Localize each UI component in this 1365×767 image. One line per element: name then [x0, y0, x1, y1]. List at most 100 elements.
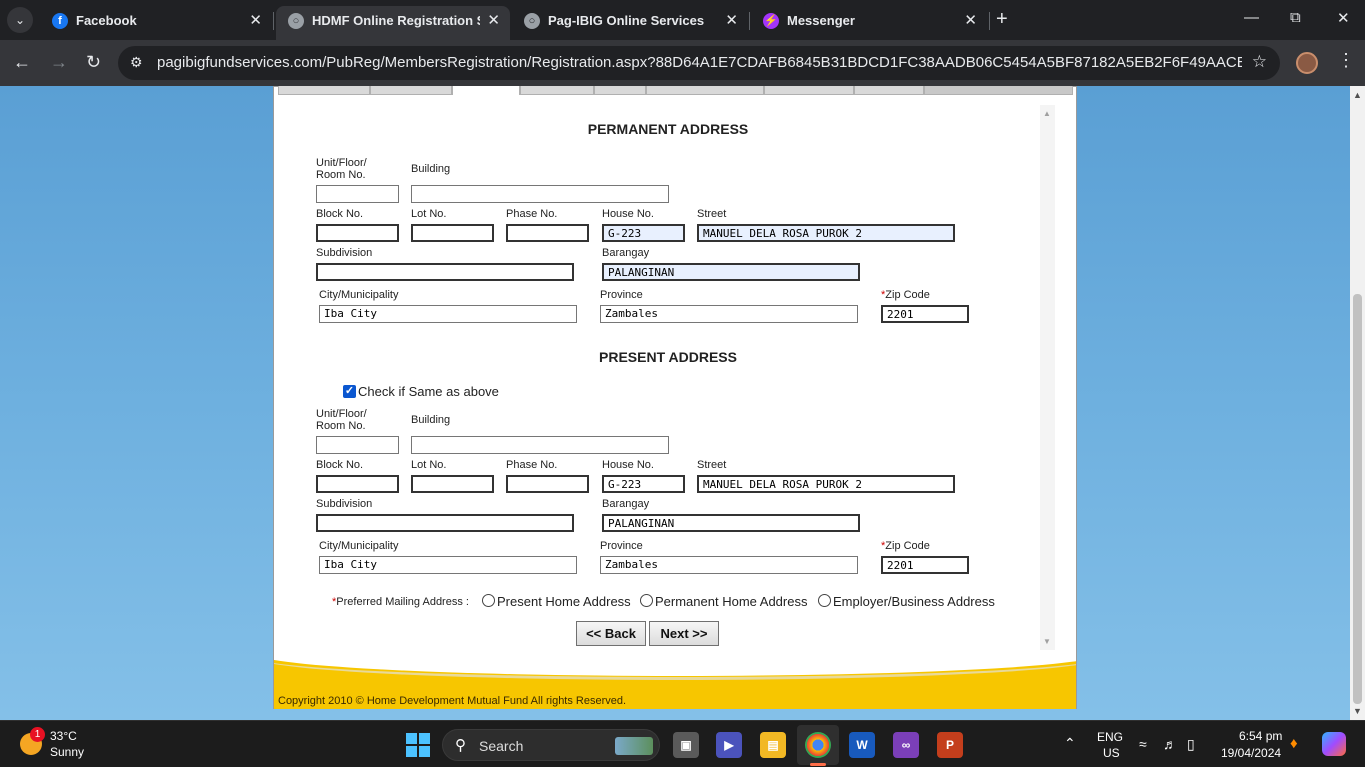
- tab-facebook[interactable]: f Facebook ✕: [40, 6, 272, 40]
- powerpoint-icon[interactable]: P: [937, 732, 963, 758]
- unit-label: Unit/Floor/ Room No.: [316, 157, 367, 181]
- radio-permanent-home[interactable]: [640, 594, 653, 607]
- taskbar: 1 33°C Sunny ⚲ Search ▣ ▶ ▤ W ∞ P ⌃ ENG …: [0, 720, 1365, 767]
- chevron-up-icon[interactable]: ⌃: [1064, 735, 1076, 752]
- province-label: Province: [600, 540, 643, 552]
- unit-label-line1: Unit/Floor/: [316, 408, 367, 420]
- permanent-zip-input[interactable]: 2201: [881, 305, 969, 323]
- visual-studio-icon[interactable]: ∞: [893, 732, 919, 758]
- permanent-unit-input[interactable]: [316, 185, 399, 203]
- close-icon[interactable]: ✕: [487, 11, 500, 29]
- notification-bell-icon[interactable]: ♦: [1290, 735, 1298, 752]
- copilot-icon[interactable]: [1322, 732, 1346, 756]
- scroll-down-arrow[interactable]: ▼: [1043, 637, 1051, 646]
- tab-search-button[interactable]: ⌄: [7, 7, 33, 33]
- tab-messenger[interactable]: ⚡ Messenger ✕: [751, 6, 987, 40]
- wizard-step-tab[interactable]: [646, 86, 764, 95]
- profile-avatar[interactable]: [1296, 52, 1318, 74]
- close-icon[interactable]: ✕: [249, 11, 262, 29]
- same-as-above-checkbox[interactable]: ✓: [343, 385, 356, 398]
- close-icon[interactable]: ✕: [964, 11, 977, 29]
- language-line2[interactable]: US: [1103, 746, 1120, 760]
- radio-employer-business-label[interactable]: Employer/Business Address: [833, 594, 995, 609]
- scroll-up-arrow[interactable]: ▲: [1353, 90, 1362, 100]
- menu-kebab-icon[interactable]: ⋮: [1337, 50, 1355, 71]
- form-scrollbar[interactable]: ▲ ▼: [1040, 105, 1055, 650]
- back-arrow-icon[interactable]: ←: [13, 52, 31, 72]
- present-barangay-input[interactable]: PALANGINAN: [602, 514, 860, 532]
- scroll-down-arrow[interactable]: ▼: [1353, 706, 1362, 716]
- permanent-building-input[interactable]: [411, 185, 669, 203]
- url-text[interactable]: pagibigfundservices.com/PubReg/MembersRe…: [157, 54, 1242, 71]
- site-info-icon[interactable]: ⚙: [130, 54, 143, 71]
- same-as-above-label[interactable]: Check if Same as above: [358, 384, 499, 399]
- task-view-icon[interactable]: ▣: [673, 732, 699, 758]
- clock-time[interactable]: 6:54 pm: [1239, 729, 1282, 743]
- scroll-up-arrow[interactable]: ▲: [1043, 109, 1051, 118]
- back-button[interactable]: << Back: [576, 621, 646, 646]
- search-highlight-image: [615, 737, 653, 755]
- tab-hdmf-registration[interactable]: ○ HDMF Online Registration Syst ✕: [276, 6, 510, 40]
- wifi-icon[interactable]: ≈: [1139, 736, 1147, 752]
- forward-arrow-icon[interactable]: →: [50, 52, 68, 72]
- present-zip-input[interactable]: 2201: [881, 556, 969, 574]
- wizard-step-tab[interactable]: [520, 86, 594, 95]
- wizard-step-tab[interactable]: [278, 86, 370, 95]
- radio-present-home[interactable]: [482, 594, 495, 607]
- present-street-input[interactable]: MANUEL DELA ROSA PUROK 2: [697, 475, 955, 493]
- present-block-input[interactable]: [316, 475, 399, 493]
- wizard-step-tab-active[interactable]: [452, 86, 520, 95]
- word-icon[interactable]: W: [849, 732, 875, 758]
- present-building-input[interactable]: [411, 436, 669, 454]
- windows-start-icon[interactable]: [406, 733, 430, 757]
- tab-pagibig-services[interactable]: ○ Pag-IBIG Online Services ✕: [512, 6, 748, 40]
- file-explorer-icon[interactable]: ▤: [760, 732, 786, 758]
- page-scrollbar[interactable]: ▲ ▼: [1350, 86, 1365, 720]
- permanent-province-input[interactable]: Zambales: [600, 305, 858, 323]
- taskbar-search[interactable]: ⚲ Search: [442, 729, 660, 761]
- wizard-step-tab[interactable]: [924, 86, 1073, 95]
- permanent-subdivision-input[interactable]: [316, 263, 574, 281]
- tab-title: Messenger: [787, 13, 855, 28]
- present-lot-input[interactable]: [411, 475, 494, 493]
- next-button[interactable]: Next >>: [649, 621, 719, 646]
- meet-icon[interactable]: ▶: [716, 732, 742, 758]
- wizard-step-tab[interactable]: [594, 86, 646, 95]
- present-city-input[interactable]: Iba City: [319, 556, 577, 574]
- close-icon[interactable]: ✕: [725, 11, 738, 29]
- permanent-house-input[interactable]: G-223: [602, 224, 685, 242]
- bookmark-star-icon[interactable]: ☆: [1252, 52, 1267, 72]
- address-bar[interactable]: ⚙ pagibigfundservices.com/PubReg/Members…: [118, 46, 1280, 80]
- restore-button[interactable]: ⧉: [1290, 9, 1301, 26]
- browser-tab-strip: ⌄ f Facebook ✕ ○ HDMF Online Registratio…: [0, 0, 1365, 40]
- clock-date[interactable]: 19/04/2024: [1221, 746, 1281, 760]
- wizard-step-tab[interactable]: [370, 86, 452, 95]
- wizard-step-tab[interactable]: [764, 86, 854, 95]
- present-phase-input[interactable]: [506, 475, 589, 493]
- permanent-street-input[interactable]: MANUEL DELA ROSA PUROK 2: [697, 224, 955, 242]
- radio-present-home-label[interactable]: Present Home Address: [497, 594, 631, 609]
- wizard-step-tab[interactable]: [854, 86, 924, 95]
- permanent-barangay-input[interactable]: PALANGINAN: [602, 263, 860, 281]
- battery-icon[interactable]: ▯: [1187, 736, 1195, 753]
- weather-desc[interactable]: Sunny: [50, 745, 84, 759]
- chrome-icon[interactable]: [805, 732, 831, 758]
- present-subdivision-input[interactable]: [316, 514, 574, 532]
- present-unit-input[interactable]: [316, 436, 399, 454]
- window-close-button[interactable]: ✕: [1337, 9, 1350, 27]
- present-province-input[interactable]: Zambales: [600, 556, 858, 574]
- radio-permanent-home-label[interactable]: Permanent Home Address: [655, 594, 807, 609]
- permanent-city-input[interactable]: Iba City: [319, 305, 577, 323]
- radio-employer-business[interactable]: [818, 594, 831, 607]
- new-tab-button[interactable]: +: [996, 8, 1008, 31]
- scroll-thumb[interactable]: [1353, 294, 1362, 704]
- permanent-phase-input[interactable]: [506, 224, 589, 242]
- language-line1[interactable]: ENG: [1097, 730, 1123, 744]
- minimize-button[interactable]: —: [1244, 9, 1259, 26]
- permanent-block-input[interactable]: [316, 224, 399, 242]
- reload-icon[interactable]: ↻: [86, 52, 101, 72]
- volume-icon[interactable]: ♬: [1163, 736, 1177, 752]
- weather-temp[interactable]: 33°C: [50, 729, 77, 743]
- present-house-input[interactable]: G-223: [602, 475, 685, 493]
- permanent-lot-input[interactable]: [411, 224, 494, 242]
